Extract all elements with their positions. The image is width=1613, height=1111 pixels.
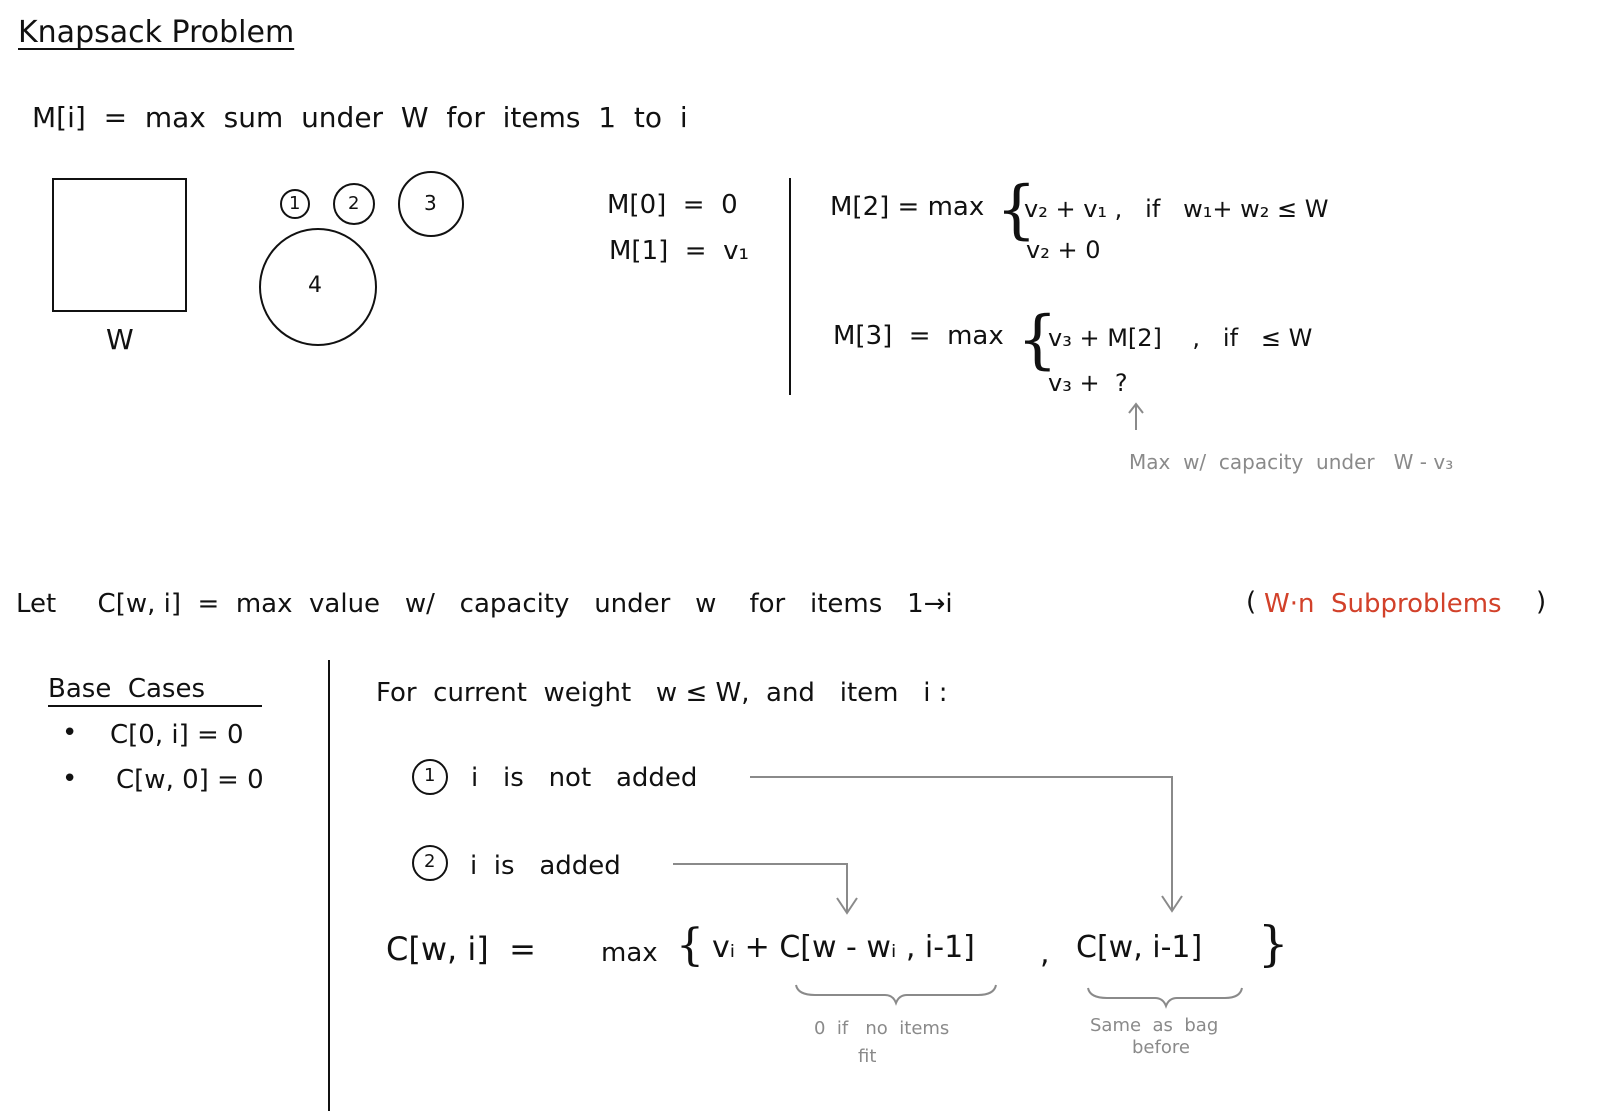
bullet-icon: • bbox=[62, 764, 78, 794]
recurrence-intro: For current weight w ≤ W, and item i : bbox=[376, 678, 948, 708]
item-label-3: 3 bbox=[424, 191, 437, 215]
item-label-4: 4 bbox=[308, 273, 322, 298]
subproblems-paren-close: ) bbox=[1536, 587, 1547, 617]
term2-note-line1: Same as bag bbox=[1090, 1015, 1219, 1036]
recurrence-comma: , bbox=[1040, 936, 1050, 971]
m3-note: Max w/ capacity under W - v₃ bbox=[1129, 450, 1454, 474]
option2-arrow bbox=[673, 863, 848, 912]
recurrence-open-brace: { bbox=[676, 920, 704, 971]
m2-case1: v₂ + v₁ , if w₁+ w₂ ≤ W bbox=[1024, 195, 1329, 223]
option1-number: 1 bbox=[424, 765, 436, 786]
c-definition: Let C[w, i] = max value w/ capacity unde… bbox=[16, 589, 953, 619]
term1-note-line2: fit bbox=[858, 1046, 877, 1067]
m3-case1: v₃ + M[2] , if ≤ W bbox=[1048, 324, 1313, 352]
m2-lhs: M[2] = max bbox=[830, 192, 985, 222]
m0-base: M[0] = 0 bbox=[607, 190, 738, 220]
option2-number: 2 bbox=[424, 851, 436, 872]
recurrence-close-brace: } bbox=[1258, 916, 1289, 972]
subproblems-paren-open: ( bbox=[1246, 587, 1257, 617]
base-cases-heading: Base Cases bbox=[48, 674, 206, 704]
subproblems-count: W·n Subproblems bbox=[1264, 589, 1502, 619]
term2-note-line2: before bbox=[1132, 1037, 1190, 1058]
option1-text: i is not added bbox=[471, 763, 698, 793]
base-case-1: C[0, i] = 0 bbox=[110, 720, 244, 750]
m2-case2: v₂ + 0 bbox=[1026, 236, 1101, 264]
recurrence-lhs: C[w, i] = bbox=[386, 930, 536, 968]
underbrace-term1 bbox=[795, 984, 997, 1006]
bullet-icon: • bbox=[62, 718, 78, 748]
knapsack-capacity-label: W bbox=[106, 323, 134, 356]
item-label-2: 2 bbox=[348, 193, 360, 214]
m3-case2: v₃ + ? bbox=[1048, 369, 1128, 397]
recurrence-term1: vᵢ + C[w - wᵢ , i-1] bbox=[712, 930, 975, 965]
knapsack-box bbox=[52, 178, 187, 312]
item-label-1: 1 bbox=[289, 193, 301, 214]
recurrence-max: max bbox=[601, 938, 658, 968]
recurrence-term2: C[w, i-1] bbox=[1076, 930, 1203, 965]
term1-note-line1: 0 if no items bbox=[814, 1018, 950, 1039]
base-case-2: C[w, 0] = 0 bbox=[116, 765, 264, 795]
option1-arrow bbox=[750, 776, 1173, 910]
m1-base: M[1] = v₁ bbox=[609, 236, 749, 266]
m3-lhs: M[3] = max bbox=[833, 321, 1004, 351]
underbrace-term2 bbox=[1087, 987, 1243, 1009]
option2-text: i is added bbox=[470, 851, 621, 881]
